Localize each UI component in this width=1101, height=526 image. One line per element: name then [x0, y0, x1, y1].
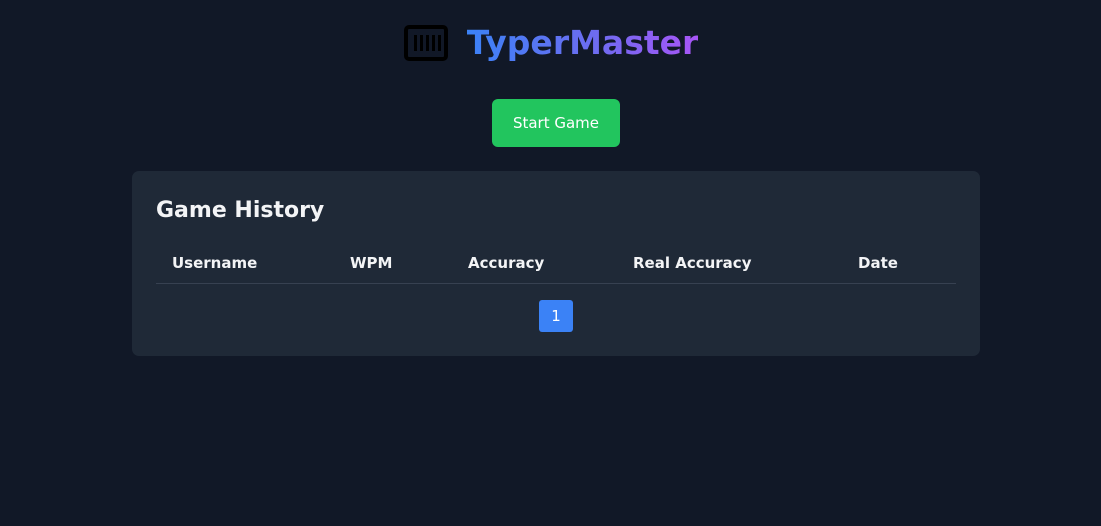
column-header-date: Date: [842, 243, 956, 284]
pagination: 1: [132, 300, 980, 332]
column-header-wpm: WPM: [334, 243, 452, 284]
start-game-button[interactable]: Start Game: [492, 99, 620, 147]
game-history-table: Username WPM Accuracy Real Accuracy Date: [156, 243, 956, 284]
keyboard-icon: [403, 24, 449, 62]
page-button-1[interactable]: 1: [539, 300, 573, 332]
app-header: TyperMaster: [0, 22, 1101, 64]
column-header-username: Username: [156, 243, 334, 284]
game-history-title: Game History: [156, 198, 325, 223]
app-title: TyperMaster: [466, 23, 699, 62]
game-history-panel: Game History Username WPM Accuracy Real …: [132, 171, 980, 356]
column-header-accuracy: Accuracy: [452, 243, 617, 284]
table-header-row: Username WPM Accuracy Real Accuracy Date: [156, 243, 956, 284]
column-header-real-accuracy: Real Accuracy: [617, 243, 842, 284]
